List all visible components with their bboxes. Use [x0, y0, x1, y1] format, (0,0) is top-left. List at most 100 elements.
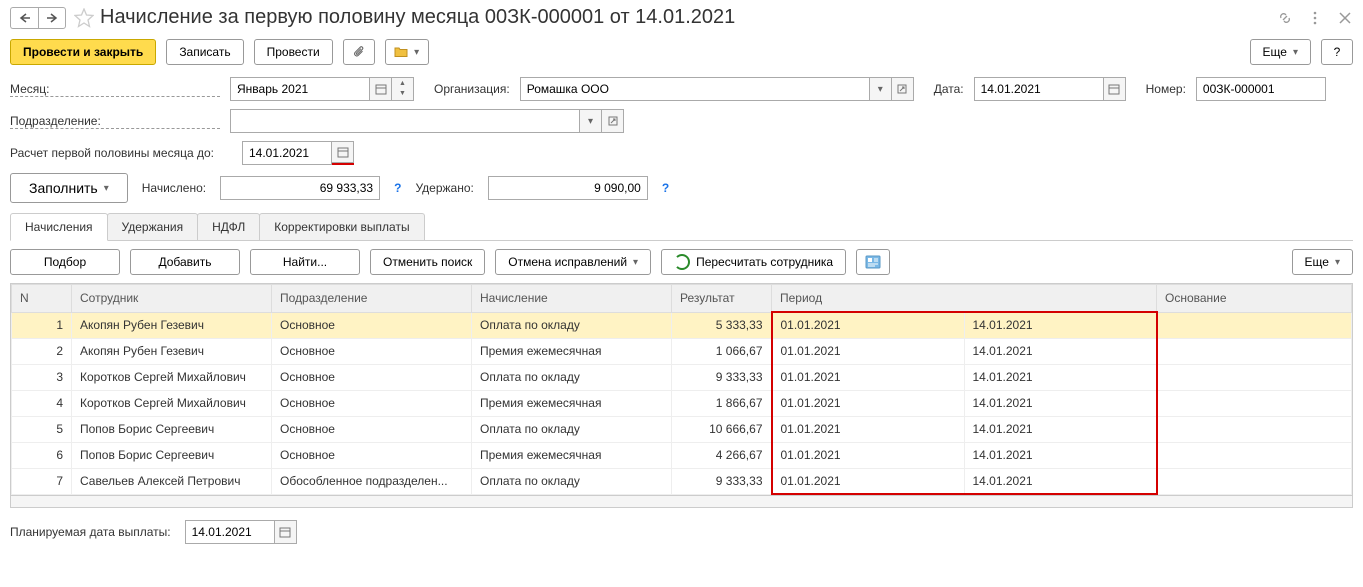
cell-employee: Коротков Сергей Михайлович: [72, 390, 272, 416]
col-n[interactable]: N: [12, 285, 72, 313]
attach-button[interactable]: [343, 39, 375, 65]
more-button[interactable]: Еще: [1250, 39, 1311, 65]
recalc-button[interactable]: Пересчитать сотрудника: [661, 249, 846, 275]
cell-period-to: 14.01.2021: [964, 468, 1157, 494]
tab-ndfl[interactable]: НДФЛ: [197, 213, 260, 240]
cell-employee: Савельев Алексей Петрович: [72, 468, 272, 494]
table-row[interactable]: 3Коротков Сергей МихайловичОсновноеОплат…: [12, 364, 1352, 390]
help-button[interactable]: ?: [1321, 39, 1353, 65]
cancel-find-button[interactable]: Отменить поиск: [370, 249, 485, 275]
cell-n: 7: [12, 468, 72, 494]
cell-period-to: 14.01.2021: [964, 416, 1157, 442]
tab-deductions[interactable]: Удержания: [107, 213, 199, 240]
month-spinner[interactable]: ▲▼: [392, 77, 414, 101]
open-icon: [608, 116, 618, 126]
cell-result: 4 266,67: [672, 442, 772, 468]
nav-back-button[interactable]: [10, 7, 38, 29]
card-icon: [865, 255, 881, 269]
post-and-close-button[interactable]: Провести и закрыть: [10, 39, 156, 65]
date-calendar-button[interactable]: [1104, 77, 1126, 101]
fill-button[interactable]: Заполнить: [10, 173, 128, 203]
folder-dropdown-button[interactable]: [385, 39, 429, 65]
cell-accrual: Премия ежемесячная: [472, 390, 672, 416]
cell-base: [1157, 442, 1352, 468]
table-row[interactable]: 2Акопян Рубен ГезевичОсновноеПремия ежем…: [12, 338, 1352, 364]
nav-forward-button[interactable]: [38, 7, 66, 29]
number-input[interactable]: [1196, 77, 1326, 101]
cell-result: 5 333,33: [672, 312, 772, 338]
date-input[interactable]: [974, 77, 1104, 101]
cell-employee: Акопян Рубен Гезевич: [72, 312, 272, 338]
help-accrued[interactable]: ?: [394, 181, 401, 195]
cell-accrual: Оплата по окладу: [472, 364, 672, 390]
close-icon[interactable]: [1337, 10, 1353, 26]
half-until-input[interactable]: [242, 141, 332, 165]
horizontal-scrollbar[interactable]: [10, 496, 1353, 508]
date-label: Дата:: [934, 82, 964, 96]
accrued-input[interactable]: [220, 176, 380, 200]
table-row[interactable]: 7Савельев Алексей ПетровичОбособленное п…: [12, 468, 1352, 494]
cell-period-from: 01.01.2021: [772, 416, 965, 442]
tab-accruals[interactable]: Начисления: [10, 213, 108, 241]
add-button[interactable]: Добавить: [130, 249, 240, 275]
arrow-left-icon: [19, 13, 31, 23]
dept-open-button[interactable]: [602, 109, 624, 133]
col-period[interactable]: Период: [772, 285, 1157, 313]
half-until-calendar-button[interactable]: [332, 141, 354, 163]
cancel-fix-button[interactable]: Отмена исправлений: [495, 249, 651, 275]
org-input[interactable]: [520, 77, 870, 101]
favorite-star-icon[interactable]: [74, 8, 94, 28]
dept-select-button[interactable]: ▾: [580, 109, 602, 133]
planned-date-input[interactable]: [185, 520, 275, 544]
cell-base: [1157, 468, 1352, 494]
more-vertical-icon[interactable]: [1307, 10, 1323, 26]
col-employee[interactable]: Сотрудник: [72, 285, 272, 313]
arrow-right-icon: [46, 13, 58, 23]
cell-period-to: 14.01.2021: [964, 390, 1157, 416]
cell-result: 10 666,67: [672, 416, 772, 442]
cell-period-to: 14.01.2021: [964, 442, 1157, 468]
planned-date-label: Планируемая дата выплаты:: [10, 525, 171, 539]
table-row[interactable]: 1Акопян Рубен ГезевичОсновноеОплата по о…: [12, 312, 1352, 338]
save-button[interactable]: Записать: [166, 39, 243, 65]
dept-input[interactable]: [230, 109, 580, 133]
cell-employee: Попов Борис Сергеевич: [72, 442, 272, 468]
cell-employee: Коротков Сергей Михайлович: [72, 364, 272, 390]
org-open-button[interactable]: [892, 77, 914, 101]
tab-corrections[interactable]: Корректировки выплаты: [259, 213, 424, 240]
tab-more-button[interactable]: Еще: [1292, 249, 1353, 275]
col-base[interactable]: Основание: [1157, 285, 1352, 313]
withheld-input[interactable]: [488, 176, 648, 200]
post-button[interactable]: Провести: [254, 39, 333, 65]
col-accrual[interactable]: Начисление: [472, 285, 672, 313]
planned-date-calendar-button[interactable]: [275, 520, 297, 544]
accruals-table: N Сотрудник Подразделение Начисление Рез…: [11, 284, 1352, 495]
card-view-button[interactable]: [856, 249, 890, 275]
table-row[interactable]: 5Попов Борис СергеевичОсновноеОплата по …: [12, 416, 1352, 442]
help-withheld[interactable]: ?: [662, 181, 669, 195]
cell-employee: Попов Борис Сергеевич: [72, 416, 272, 442]
withheld-label: Удержано:: [415, 181, 473, 195]
table-row[interactable]: 4Коротков Сергей МихайловичОсновноеПреми…: [12, 390, 1352, 416]
table-row[interactable]: 6Попов Борис СергеевичОсновноеПремия еже…: [12, 442, 1352, 468]
cell-period-to: 14.01.2021: [964, 364, 1157, 390]
col-department[interactable]: Подразделение: [272, 285, 472, 313]
cell-result: 9 333,33: [672, 468, 772, 494]
link-icon[interactable]: [1277, 10, 1293, 26]
paperclip-icon: [352, 45, 366, 59]
find-button[interactable]: Найти...: [250, 249, 360, 275]
month-input[interactable]: [230, 77, 370, 101]
cell-base: [1157, 390, 1352, 416]
month-calendar-button[interactable]: [370, 77, 392, 101]
cell-department: Обособленное подразделен...: [272, 468, 472, 494]
cell-period-from: 01.01.2021: [772, 364, 965, 390]
page-title: Начисление за первую половину месяца 00З…: [100, 6, 1277, 29]
cell-period-to: 14.01.2021: [964, 338, 1157, 364]
folder-icon: [394, 46, 408, 58]
col-result[interactable]: Результат: [672, 285, 772, 313]
open-icon: [897, 84, 907, 94]
cell-department: Основное: [272, 442, 472, 468]
select-button[interactable]: Подбор: [10, 249, 120, 275]
org-select-button[interactable]: ▾: [870, 77, 892, 101]
cell-period-from: 01.01.2021: [772, 390, 965, 416]
